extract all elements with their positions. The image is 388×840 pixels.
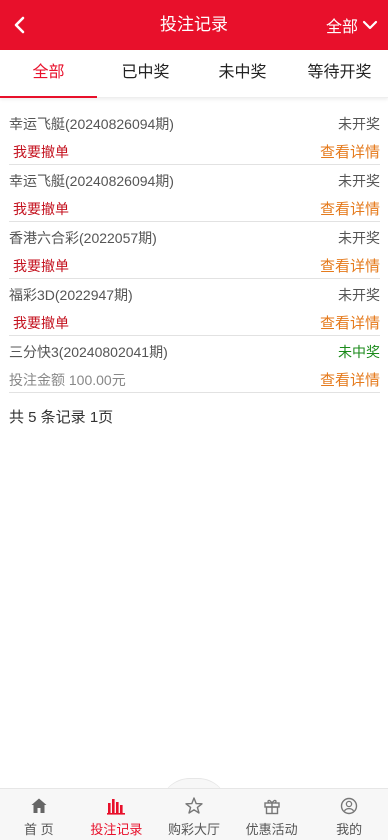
nav-label: 优惠活动 — [245, 822, 298, 837]
gift-icon — [263, 795, 281, 817]
cancel-bet-link[interactable]: 我要撤单 — [13, 142, 69, 162]
draw-status: 未中奖 — [338, 344, 380, 360]
bet-record-list: 幸运飞艇(20240826094期) 未开奖 我要撤单 查看详情 幸运飞艇(20… — [9, 108, 380, 393]
user-icon — [340, 795, 358, 817]
tab-lost[interactable]: 未中奖 — [194, 50, 291, 97]
nav-label: 投注记录 — [90, 822, 143, 837]
nav-label: 购彩大厅 — [167, 822, 220, 837]
draw-status: 未开奖 — [338, 116, 380, 132]
draw-status: 未开奖 — [338, 287, 380, 303]
lottery-name: 福彩3D(2022947期) — [9, 287, 133, 303]
tab-won[interactable]: 已中奖 — [97, 50, 194, 97]
view-detail-link[interactable]: 查看详情 — [320, 255, 380, 276]
nav-mine[interactable]: 我的 — [310, 789, 388, 840]
nav-lottery-hall[interactable]: 购彩大厅 — [155, 789, 233, 840]
bar-chart-icon — [106, 795, 126, 817]
view-detail-link[interactable]: 查看详情 — [320, 198, 380, 219]
cancel-bet-link[interactable]: 我要撤单 — [13, 256, 69, 276]
filter-dropdown[interactable]: 全部 — [326, 0, 378, 50]
cancel-bet-link[interactable]: 我要撤单 — [13, 199, 69, 219]
lottery-name: 幸运飞艇(20240826094期) — [9, 173, 174, 189]
list-item: 幸运飞艇(20240826094期) 未开奖 我要撤单 查看详情 — [9, 165, 380, 222]
list-item: 幸运飞艇(20240826094期) 未开奖 我要撤单 查看详情 — [9, 108, 380, 165]
status-tabs: 全部 已中奖 未中奖 等待开奖 — [0, 50, 388, 98]
lottery-name: 香港六合彩(2022057期) — [9, 230, 157, 246]
nav-home[interactable]: 首 页 — [0, 789, 78, 840]
list-item: 香港六合彩(2022057期) 未开奖 我要撤单 查看详情 — [9, 222, 380, 279]
top-bar: 投注记录 全部 — [0, 0, 388, 50]
lottery-name: 幸运飞艇(20240826094期) — [9, 116, 174, 132]
bet-amount: 投注金额 100.00元 — [9, 372, 126, 388]
tab-pending[interactable]: 等待开奖 — [291, 50, 388, 97]
view-detail-link[interactable]: 查看详情 — [320, 369, 380, 390]
view-detail-link[interactable]: 查看详情 — [320, 141, 380, 162]
star-icon — [184, 795, 204, 817]
nav-label: 首 页 — [23, 822, 54, 837]
tab-all[interactable]: 全部 — [0, 50, 97, 98]
nav-promotions[interactable]: 优惠活动 — [233, 789, 311, 840]
draw-status: 未开奖 — [338, 173, 380, 189]
nav-label: 我的 — [336, 822, 363, 837]
bottom-nav: 首 页 投注记录 购彩大厅 优惠活动 我的 — [0, 788, 388, 840]
filter-label: 全部 — [325, 19, 358, 36]
cancel-bet-link[interactable]: 我要撤单 — [13, 313, 69, 333]
home-icon — [30, 795, 48, 817]
nav-bet-records[interactable]: 投注记录 — [78, 789, 156, 840]
list-item: 福彩3D(2022947期) 未开奖 我要撤单 查看详情 — [9, 279, 380, 336]
draw-status: 未开奖 — [338, 230, 380, 246]
pagination-summary: 共 5 条记录 1页 — [9, 409, 114, 426]
lottery-name: 三分快3(20240802041期) — [9, 344, 168, 360]
list-item: 三分快3(20240802041期) 未中奖 投注金额 100.00元 查看详情 — [9, 336, 380, 393]
view-detail-link[interactable]: 查看详情 — [320, 312, 380, 333]
chevron-down-icon — [362, 20, 378, 30]
